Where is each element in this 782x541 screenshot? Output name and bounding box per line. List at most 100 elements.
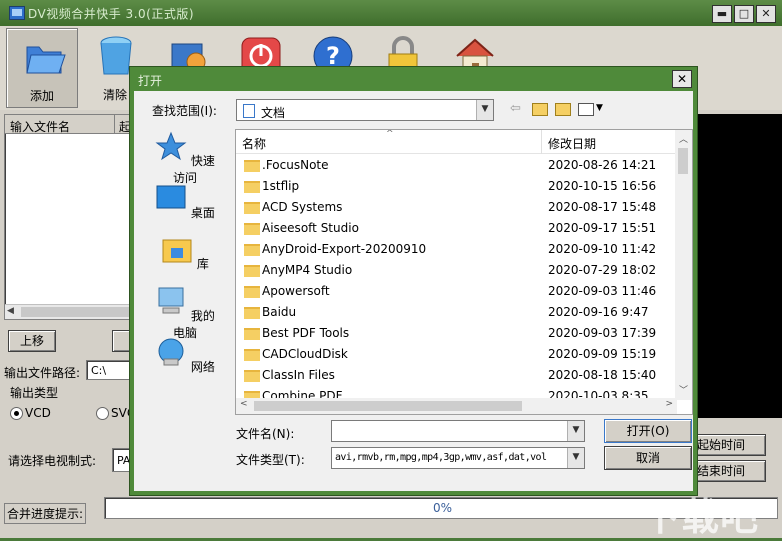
scroll-thumb[interactable] (678, 148, 688, 174)
maximize-button[interactable]: □ (734, 5, 754, 23)
list-item[interactable]: AnyDroid-Export-20200910 2020-09-10 11:42 (236, 239, 676, 260)
set-start-time-button[interactable]: 起始时间 (692, 434, 766, 456)
window-title: DV视频合并快手 3.0(正式版) (28, 7, 195, 21)
set-end-time-button[interactable]: 结束时间 (692, 460, 766, 482)
scroll-left-icon[interactable]: < (240, 399, 248, 409)
filename-input[interactable]: ▼ (331, 420, 585, 442)
folder-icon (244, 265, 260, 277)
look-in-select[interactable]: 文档 ▼ (236, 99, 494, 121)
list-item[interactable]: 1stflip 2020-10-15 16:56 (236, 176, 676, 197)
file-date: 2020-10-15 16:56 (548, 179, 657, 193)
filetype-select[interactable]: avi,rmvb,rm,mpg,mp4,3gp,wmv,asf,dat,vol … (331, 447, 585, 469)
quick-access-star-icon (155, 131, 187, 161)
folder-icon (244, 349, 260, 361)
file-name: CADCloudDisk (262, 347, 348, 361)
file-date: 2020-09-09 15:19 (548, 347, 657, 361)
file-name: Baidu (262, 305, 297, 319)
folder-icon (244, 244, 260, 256)
file-date: 2020-09-03 17:39 (548, 326, 657, 340)
place-library[interactable]: 库 (152, 234, 218, 272)
file-name: AnyDroid-Export-20200910 (262, 242, 427, 256)
list-item[interactable]: .FocusNote 2020-08-26 14:21 (236, 155, 676, 176)
chevron-down-icon[interactable]: ▼ (567, 448, 584, 468)
list-item[interactable]: ClassIn Files 2020-08-18 15:40 (236, 365, 676, 386)
place-label: 库 (196, 257, 209, 271)
input-file-column-header[interactable]: 输入文件名 (10, 118, 70, 135)
file-name: 1stflip (262, 179, 300, 193)
chevron-down-icon[interactable]: ▼ (567, 421, 584, 441)
open-file-dialog: 打开 ✕ 查找范围(I): 文档 ▼ ⇦ ▼ 快速访问 桌面 库 我的电脑 网络… (129, 66, 698, 496)
file-name: ACD Systems (262, 200, 343, 214)
dialog-close-button[interactable]: ✕ (672, 70, 692, 88)
folder-icon (244, 286, 260, 298)
horizontal-scrollbar[interactable]: < > (236, 398, 677, 414)
vertical-scrollbar[interactable]: ︿ ﹀ (675, 130, 692, 400)
network-icon (158, 338, 184, 366)
place-quick-access[interactable]: 快速访问 (152, 131, 218, 186)
scroll-thumb[interactable] (254, 401, 522, 411)
view-menu-icon[interactable] (578, 103, 594, 116)
document-icon (243, 104, 255, 118)
file-name: ClassIn Files (262, 368, 335, 382)
name-column-header[interactable]: 名称 (242, 135, 266, 152)
folder-icon (244, 223, 260, 235)
look-in-label: 查找范围(I): (152, 104, 217, 118)
place-network[interactable]: 网络 (152, 337, 218, 375)
file-name: Apowersoft (262, 284, 330, 298)
list-item[interactable]: CADCloudDisk 2020-09-09 15:19 (236, 344, 676, 365)
place-label: 桌面 (190, 206, 215, 220)
list-item[interactable]: Aiseesoft Studio 2020-09-17 15:51 (236, 218, 676, 239)
folder-icon (26, 46, 66, 74)
modified-column-header[interactable]: 修改日期 (548, 135, 596, 152)
file-list[interactable]: 名称 ^ 修改日期 .FocusNote 2020-08-26 14:21 1stf… (235, 129, 693, 415)
scroll-left-arrow-icon[interactable]: ◀ (7, 306, 14, 316)
list-item[interactable]: ACD Systems 2020-08-17 15:48 (236, 197, 676, 218)
cancel-button[interactable]: 取消 (604, 446, 692, 470)
list-item[interactable]: Best PDF Tools 2020-09-03 17:39 (236, 323, 676, 344)
place-label: 网络 (190, 360, 215, 374)
folder-icon (244, 181, 260, 193)
svcd-radio[interactable] (96, 407, 109, 420)
scroll-thumb[interactable] (21, 307, 131, 317)
file-name: AnyMP4 Studio (262, 263, 353, 277)
place-computer[interactable]: 我的电脑 (152, 286, 218, 341)
new-folder-icon[interactable] (555, 103, 571, 116)
scroll-down-icon[interactable]: ﹀ (679, 383, 688, 396)
filetype-label: 文件类型(T): (236, 453, 305, 467)
computer-icon (158, 287, 184, 314)
progress-label: 合并进度提示: (4, 503, 87, 524)
view-menu-chevron-icon[interactable]: ▼ (596, 103, 603, 113)
file-name: Best PDF Tools (262, 326, 350, 340)
minimize-button[interactable]: ▬ (712, 5, 732, 23)
input-file-list[interactable]: 输入文件名 起 ◀ (4, 114, 138, 320)
place-desktop[interactable]: 桌面 (152, 183, 218, 221)
up-folder-icon[interactable] (532, 103, 548, 116)
chevron-down-icon[interactable]: ▼ (476, 100, 493, 120)
list-item[interactable]: Baidu 2020-09-16 9:47 (236, 302, 676, 323)
vcd-radio[interactable] (10, 407, 23, 420)
add-button[interactable]: 添加 (6, 28, 78, 108)
filename-label: 文件名(N): (236, 427, 295, 441)
list-horizontal-scrollbar[interactable]: ◀ (5, 304, 137, 319)
list-item[interactable]: AnyMP4 Studio 2020-07-29 18:02 (236, 260, 676, 281)
file-date: 2020-09-10 11:42 (548, 242, 657, 256)
open-button[interactable]: 打开(O) (604, 419, 692, 443)
back-arrow-icon[interactable]: ⇦ (510, 101, 521, 116)
list-header: 输入文件名 起 (5, 115, 137, 134)
output-path-input[interactable]: C:\ (86, 360, 130, 380)
scroll-right-icon[interactable]: > (665, 399, 673, 409)
file-date: 2020-08-18 15:40 (548, 368, 657, 382)
folder-icon (244, 202, 260, 214)
close-button[interactable]: ✕ (756, 5, 776, 23)
progress-text: 0% (433, 501, 453, 515)
library-icon (162, 239, 192, 263)
filetype-value: avi,rmvb,rm,mpg,mp4,3gp,wmv,asf,dat,vol (335, 452, 547, 463)
file-date: 2020-09-03 11:46 (548, 284, 657, 298)
file-list-header: 名称 ^ 修改日期 (236, 130, 675, 154)
list-item[interactable]: Apowersoft 2020-09-03 11:46 (236, 281, 676, 302)
scroll-up-icon[interactable]: ︿ (679, 132, 688, 145)
dialog-title: 打开 (138, 74, 163, 88)
add-label: 添加 (29, 89, 54, 103)
move-up-button[interactable]: 上移 (8, 330, 56, 352)
vcd-label: VCD (25, 406, 51, 420)
